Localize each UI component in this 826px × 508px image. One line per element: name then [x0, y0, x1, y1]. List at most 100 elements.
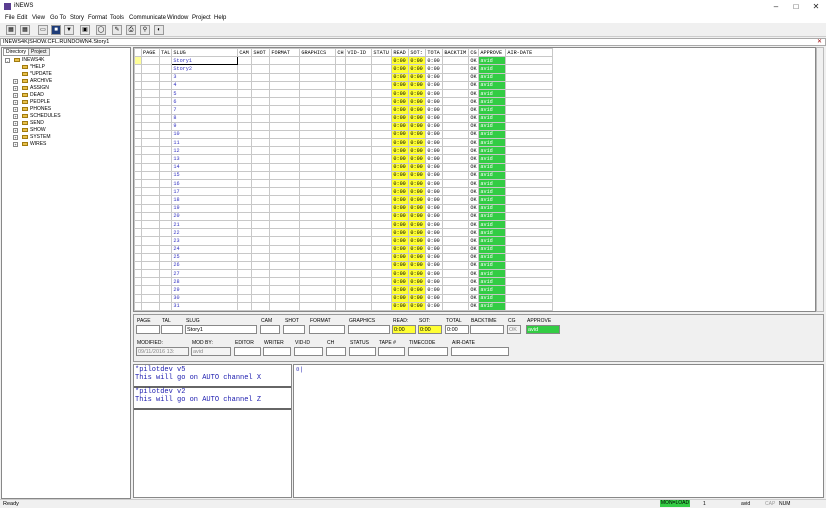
table-cell[interactable]: 0:00: [425, 187, 444, 197]
table-cell[interactable]: 18: [171, 195, 239, 205]
table-cell[interactable]: 0:00: [391, 211, 410, 221]
table-cell[interactable]: [269, 146, 301, 156]
row-select[interactable]: [134, 236, 142, 246]
row-select[interactable]: [134, 97, 142, 107]
table-cell[interactable]: [335, 97, 347, 107]
table-row[interactable]: 24 0:00 0:00 0:00 OK avid: [134, 244, 554, 254]
table-cell[interactable]: [141, 88, 160, 99]
table-cell[interactable]: [371, 178, 393, 189]
table-row[interactable]: 5 0:00 0:00 0:00 OK avid: [134, 88, 554, 99]
table-cell[interactable]: 0:00: [391, 236, 410, 246]
table-cell[interactable]: [345, 301, 373, 311]
table-cell[interactable]: OK: [468, 88, 480, 99]
timecode-field[interactable]: [408, 347, 448, 356]
table-cell[interactable]: [345, 162, 373, 172]
table-cell[interactable]: [335, 228, 347, 238]
page-field[interactable]: [136, 325, 160, 334]
table-cell[interactable]: [335, 72, 347, 82]
table-cell[interactable]: [269, 301, 301, 311]
tree-item[interactable]: *UPDATE: [22, 71, 52, 78]
table-cell[interactable]: [371, 293, 393, 303]
table-cell[interactable]: [442, 64, 470, 74]
table-cell[interactable]: [335, 187, 347, 197]
table-cell[interactable]: [345, 121, 373, 131]
table-cell[interactable]: [251, 88, 271, 99]
table-cell[interactable]: [442, 277, 470, 287]
table-cell[interactable]: [251, 187, 271, 197]
table-cell[interactable]: 0:00: [425, 293, 444, 303]
expand-icon[interactable]: +: [13, 135, 18, 140]
table-cell[interactable]: [505, 187, 554, 197]
table-row[interactable]: Story1 0:00 0:00 0:00 OK avid: [134, 56, 554, 66]
table-cell[interactable]: [345, 244, 373, 254]
table-cell[interactable]: [505, 211, 554, 221]
table-cell[interactable]: [158, 285, 173, 295]
table-cell[interactable]: 0:00: [391, 293, 410, 303]
table-cell[interactable]: [371, 211, 393, 221]
table-cell[interactable]: [141, 203, 160, 213]
table-cell[interactable]: [158, 170, 173, 181]
table-cell[interactable]: [158, 211, 173, 221]
table-cell[interactable]: 0:00: [391, 244, 410, 254]
table-cell[interactable]: [251, 219, 271, 230]
table-cell[interactable]: [158, 56, 173, 66]
table-cell[interactable]: [442, 129, 470, 140]
table-cell[interactable]: [158, 293, 173, 303]
table-cell[interactable]: [505, 219, 554, 230]
row-select[interactable]: [134, 203, 142, 213]
table-cell[interactable]: [237, 219, 253, 230]
table-cell[interactable]: [505, 64, 554, 74]
table-cell[interactable]: [345, 178, 373, 189]
table-cell[interactable]: [141, 228, 160, 238]
table-cell[interactable]: 20: [171, 211, 239, 221]
table-cell[interactable]: [299, 236, 337, 246]
table-cell[interactable]: [345, 88, 373, 99]
table-cell[interactable]: [442, 121, 470, 131]
table-cell[interactable]: [371, 219, 393, 230]
table-row[interactable]: 25 0:00 0:00 0:00 OK avid: [134, 252, 554, 262]
table-cell[interactable]: [371, 97, 393, 107]
table-cell[interactable]: [237, 187, 253, 197]
table-cell[interactable]: Story2: [171, 64, 239, 74]
table-cell[interactable]: [505, 244, 554, 254]
table-cell[interactable]: [335, 260, 347, 271]
table-cell[interactable]: [335, 285, 347, 295]
table-cell[interactable]: [345, 80, 373, 90]
table-cell[interactable]: [345, 105, 373, 115]
table-row[interactable]: 6 0:00 0:00 0:00 OK avid: [134, 97, 554, 107]
table-row[interactable]: 31 0:00 0:00 0:00 OK avid: [134, 301, 554, 311]
table-cell[interactable]: 0:00: [425, 154, 444, 164]
table-cell[interactable]: [505, 105, 554, 115]
table-cell[interactable]: [442, 80, 470, 90]
table-cell[interactable]: [442, 178, 470, 189]
table-cell[interactable]: [299, 88, 337, 99]
table-cell[interactable]: [251, 277, 271, 287]
table-cell[interactable]: [251, 195, 271, 205]
table-cell[interactable]: OK: [468, 121, 480, 131]
table-cell[interactable]: OK: [468, 146, 480, 156]
table-cell[interactable]: [141, 260, 160, 271]
table-cell[interactable]: avid: [478, 80, 507, 90]
table-cell[interactable]: 0:00: [391, 260, 410, 271]
row-select[interactable]: [134, 105, 142, 115]
table-cell[interactable]: [371, 170, 393, 181]
table-cell[interactable]: 0:00: [425, 301, 444, 311]
table-cell[interactable]: 0:00: [408, 236, 427, 246]
table-cell[interactable]: 11: [171, 138, 239, 148]
column-header[interactable]: GRAPHICS: [299, 48, 337, 58]
table-cell[interactable]: avid: [478, 277, 507, 287]
table-cell[interactable]: [505, 154, 554, 164]
table-cell[interactable]: [141, 195, 160, 205]
table-cell[interactable]: [237, 105, 253, 115]
table-cell[interactable]: [269, 244, 301, 254]
table-cell[interactable]: [345, 285, 373, 295]
table-row[interactable]: 15 0:00 0:00 0:00 OK avid: [134, 170, 554, 181]
table-cell[interactable]: [251, 236, 271, 246]
table-cell[interactable]: [141, 97, 160, 107]
row-select[interactable]: [134, 178, 142, 189]
table-cell[interactable]: [335, 211, 347, 221]
table-cell[interactable]: OK: [468, 97, 480, 107]
column-header[interactable]: CAM: [237, 48, 253, 58]
row-select[interactable]: [134, 187, 142, 197]
table-row[interactable]: 3 0:00 0:00 0:00 OK avid: [134, 72, 554, 82]
